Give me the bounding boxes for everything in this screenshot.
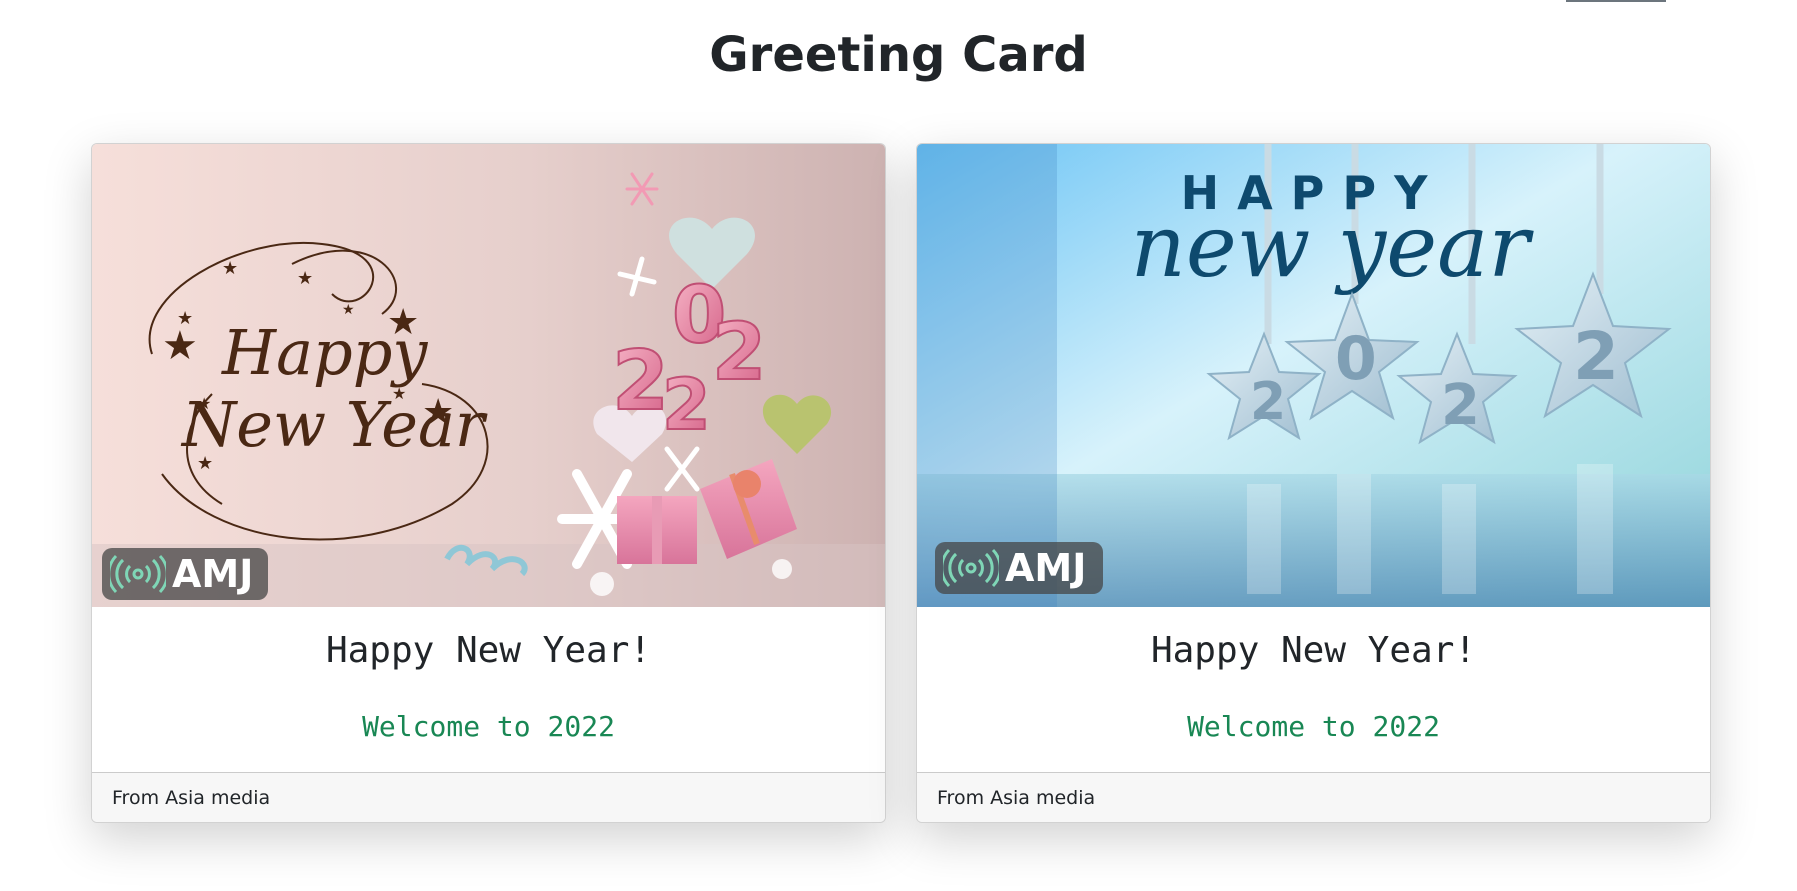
svg-text:★: ★ (342, 302, 355, 318)
balloon-num-2a: 2 (612, 334, 669, 429)
svg-text:★: ★ (422, 392, 454, 433)
svg-text:★: ★ (387, 302, 419, 343)
star-num-2c: 2 (1573, 318, 1619, 395)
broadcast-icon (110, 554, 166, 594)
logo-text: AMJ (1005, 546, 1087, 590)
svg-text:★: ★ (197, 453, 213, 474)
star-num-2b: 2 (1441, 373, 1480, 438)
card-subheading: Welcome to 2022 (1187, 710, 1440, 743)
amj-logo-badge: AMJ (935, 542, 1103, 594)
logo-text: AMJ (172, 552, 254, 596)
card-body: Happy New Year! Welcome to 2022 (92, 607, 885, 773)
card-footer: From Asia media (92, 772, 885, 822)
card-heading: Happy New Year! (325, 630, 652, 671)
svg-text:★: ★ (162, 323, 198, 369)
svg-text:★: ★ (177, 308, 193, 329)
star-num-0: 0 (1335, 324, 1377, 394)
svg-text:★: ★ (297, 268, 313, 289)
svg-text:★: ★ (222, 258, 238, 279)
greeting-card-2: HAPPY new year 2 0 2 2 AMJ Happy New Yea… (916, 143, 1711, 823)
page-title: Greeting Card (709, 27, 1088, 83)
greeting-card-1: Happy New Year ★ ★ ★ ★ ★ ★ ★ ★ ★ ★ 0 2 2… (91, 143, 886, 823)
broadcast-icon (943, 548, 999, 588)
new-year-script: new year (1130, 197, 1534, 297)
card-body: Happy New Year! Welcome to 2022 (917, 607, 1710, 773)
svg-text:★: ★ (392, 384, 406, 403)
star-num-2a: 2 (1250, 372, 1286, 432)
card-footer: From Asia media (917, 772, 1710, 822)
card-subheading: Welcome to 2022 (362, 710, 615, 743)
amj-logo-badge: AMJ (102, 548, 268, 600)
card-heading: Happy New Year! (1150, 630, 1477, 671)
balloon-num-2c: 2 (662, 364, 711, 446)
top-underline (1566, 0, 1666, 2)
svg-text:★: ★ (197, 394, 211, 413)
card-image: Happy New Year ★ ★ ★ ★ ★ ★ ★ ★ ★ ★ 0 2 2… (92, 144, 885, 607)
card-image: HAPPY new year 2 0 2 2 AMJ (917, 144, 1710, 607)
balloon-num-2b: 2 (712, 308, 766, 398)
